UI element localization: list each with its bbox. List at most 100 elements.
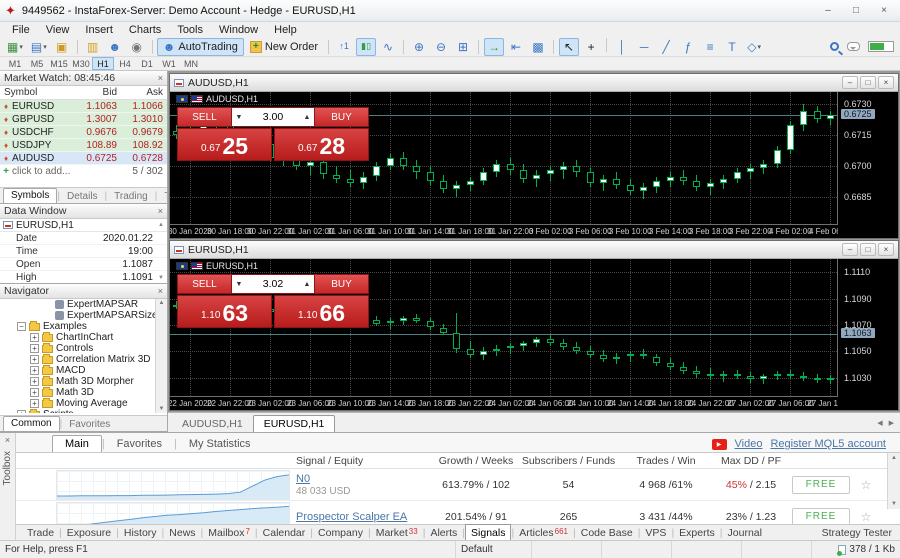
toolbox-tab-journal[interactable]: Journal (723, 527, 767, 539)
sell-price[interactable]: 0.67 25 (177, 128, 272, 161)
menu-item-file[interactable]: File (4, 24, 38, 36)
sell-button[interactable]: SELL (177, 107, 232, 127)
navigator-item-correlation-matrix-3d[interactable]: +Correlation Matrix 3D (0, 354, 155, 365)
menu-item-help[interactable]: Help (266, 24, 305, 36)
candlesticks-icon[interactable]: ▮▯ (356, 38, 376, 56)
navigator-item-expertmapsar[interactable]: +ExpertMAPSAR (0, 299, 155, 310)
toolbox-tab-vps[interactable]: VPS (640, 527, 671, 539)
volume-value[interactable]: 3.02 (246, 278, 300, 290)
toolbox-tab-trade[interactable]: Trade (22, 527, 59, 539)
navigator-item-moving-average[interactable]: +Moving Average (0, 398, 155, 409)
timeframe-m1[interactable]: M1 (4, 57, 26, 70)
timeframe-m5[interactable]: M5 (26, 57, 48, 70)
toolbox-tab-exposure[interactable]: Exposure (62, 527, 116, 539)
scroll-up-icon[interactable]: ▲ (158, 222, 167, 228)
market-watch-icon[interactable]: ▥ (83, 38, 103, 56)
favorite-star-icon[interactable]: ☆ (856, 478, 876, 492)
chat-icon[interactable] (847, 42, 860, 51)
shapes-icon[interactable]: ◇▾ (744, 38, 764, 56)
buy-price[interactable]: 1.10 66 (274, 295, 369, 328)
close-icon[interactable]: × (158, 206, 163, 216)
search-icon[interactable] (830, 42, 839, 51)
chart-tab-audusd-h1[interactable]: AUDUSD,H1 (172, 416, 253, 432)
scroll-up-icon[interactable]: ▲ (159, 300, 165, 306)
chart-tab-eurusd-h1[interactable]: EURUSD,H1 (253, 415, 336, 432)
horizontal-line-icon[interactable]: ─ (634, 38, 654, 56)
expand-icon[interactable]: + (30, 388, 39, 397)
timeframe-m15[interactable]: M15 (48, 57, 70, 70)
channel-icon[interactable]: ≡ (700, 38, 720, 56)
youtube-icon[interactable]: ▶ (712, 439, 727, 450)
close-icon[interactable]: × (158, 286, 163, 296)
chart-plot-eurusd[interactable]: EURUSD,H1 SELL ▼ 3.02 ▲ BUY (170, 259, 838, 396)
navigator-item-expertmapsarsizeoptim[interactable]: +ExpertMAPSARSizeOptim (0, 310, 155, 321)
signals-scrollbar[interactable]: ▲ ▼ (887, 453, 900, 509)
navigator-item-scripts[interactable]: +Scripts (0, 409, 155, 413)
signal-name-link[interactable]: N0 (296, 473, 431, 485)
tab-details[interactable]: Details (60, 190, 105, 203)
signal-row[interactable]: Prospector Scalper EA201.54% / 912653 43… (16, 501, 900, 525)
volume-up-icon[interactable]: ▲ (300, 281, 314, 288)
chart-shift-icon[interactable]: ⇤ (506, 38, 526, 56)
market-watch-row-usdchf[interactable]: ♦USDCHF0.96760.9679 (0, 126, 167, 139)
collapse-icon[interactable]: − (17, 322, 26, 331)
signals-tab-favorites[interactable]: Favorites (105, 436, 174, 452)
vertical-line-icon[interactable]: │ (612, 38, 632, 56)
toolbox-tab-signals[interactable]: Signals (465, 524, 511, 540)
expand-icon[interactable]: + (17, 410, 26, 413)
toolbox-tab-calendar[interactable]: Calendar (258, 527, 311, 539)
toolbox-tab-mailbox[interactable]: Mailbox7 (203, 527, 255, 539)
market-watch-row-eurusd[interactable]: ♦EURUSD1.10631.1066 (0, 100, 167, 113)
buy-price[interactable]: 0.67 28 (274, 128, 369, 161)
favorite-star-icon[interactable]: ☆ (856, 510, 876, 524)
navigator-item-chartinchart[interactable]: +ChartInChart (0, 332, 155, 343)
zoom-out-icon[interactable]: ⊖ (431, 38, 451, 56)
chart-window-titlebar[interactable]: EURUSD,H1 –□× (170, 241, 898, 259)
timeframe-w1[interactable]: W1 (158, 57, 180, 70)
scroll-down-icon[interactable]: ▼ (158, 275, 164, 281)
expand-icon[interactable]: + (30, 399, 39, 408)
profiles-icon[interactable]: ▤▾ (28, 38, 50, 56)
toolbox-tab-alerts[interactable]: Alerts (425, 527, 462, 539)
scroll-down-icon[interactable]: ▼ (891, 501, 897, 507)
navigator-scrollbar[interactable]: ▲ ▼ (155, 299, 167, 413)
menu-item-view[interactable]: View (38, 24, 78, 36)
navigator-item-macd[interactable]: +MACD (0, 365, 155, 376)
navigator-item-examples[interactable]: −Examples (0, 321, 155, 332)
expand-icon[interactable]: + (30, 355, 39, 364)
tab-common[interactable]: Common (3, 416, 60, 431)
chart-close-button[interactable]: × (878, 76, 894, 89)
navigator-item-math-3d[interactable]: +Math 3D (0, 387, 155, 398)
toolbox-tab-news[interactable]: News (164, 527, 200, 539)
new-order-button[interactable]: + New Order (244, 38, 324, 56)
fibonacci-icon[interactable]: ƒ (678, 38, 698, 56)
chart-plot-audusd[interactable]: AUDUSD,H1 SELL ▼ 3.00 ▲ BUY (170, 92, 838, 224)
toolbox-tab-articles[interactable]: Articles661 (514, 527, 573, 539)
free-button[interactable]: FREE (792, 476, 850, 494)
market-watch-add-row[interactable]: + click to add... 5 / 302 (0, 165, 167, 178)
toolbox-tab-experts[interactable]: Experts (674, 527, 720, 539)
chart-close-button[interactable]: × (878, 243, 894, 256)
toolbox-close-button[interactable]: × (0, 433, 15, 445)
menu-item-insert[interactable]: Insert (77, 24, 121, 36)
market-watch-row-usdjpy[interactable]: ♦USDJPY108.89108.92 (0, 139, 167, 152)
expand-icon[interactable]: + (30, 366, 39, 375)
toolbox-tab-history[interactable]: History (119, 527, 162, 539)
tab-ticks[interactable]: Ticks (157, 190, 167, 203)
autotrading-button[interactable]: ☻ AutoTrading (157, 38, 244, 56)
bars-chart-icon[interactable]: ↑1 (334, 38, 354, 56)
expand-icon[interactable]: + (30, 344, 39, 353)
tile-windows-icon[interactable]: ⊞ (453, 38, 473, 56)
menu-item-charts[interactable]: Charts (121, 24, 169, 36)
expand-icon[interactable]: + (30, 377, 39, 386)
tab-symbols[interactable]: Symbols (3, 188, 57, 203)
signal-row[interactable]: N048 033 USD613.79% / 102544 968 /61%45%… (16, 469, 900, 501)
timeframe-h1[interactable]: H1 (92, 57, 114, 70)
chart-window-titlebar[interactable]: AUDUSD,H1 –□× (170, 74, 898, 92)
cursor-icon[interactable]: ↖ (559, 38, 579, 56)
data-window-icon[interactable]: ☻ (105, 38, 125, 56)
volume-stepper[interactable]: ▼ 3.02 ▲ (232, 274, 314, 294)
menu-item-window[interactable]: Window (211, 24, 266, 36)
market-watch-row-gbpusd[interactable]: ♦GBPUSD1.30071.3010 (0, 113, 167, 126)
timeframe-d1[interactable]: D1 (136, 57, 158, 70)
